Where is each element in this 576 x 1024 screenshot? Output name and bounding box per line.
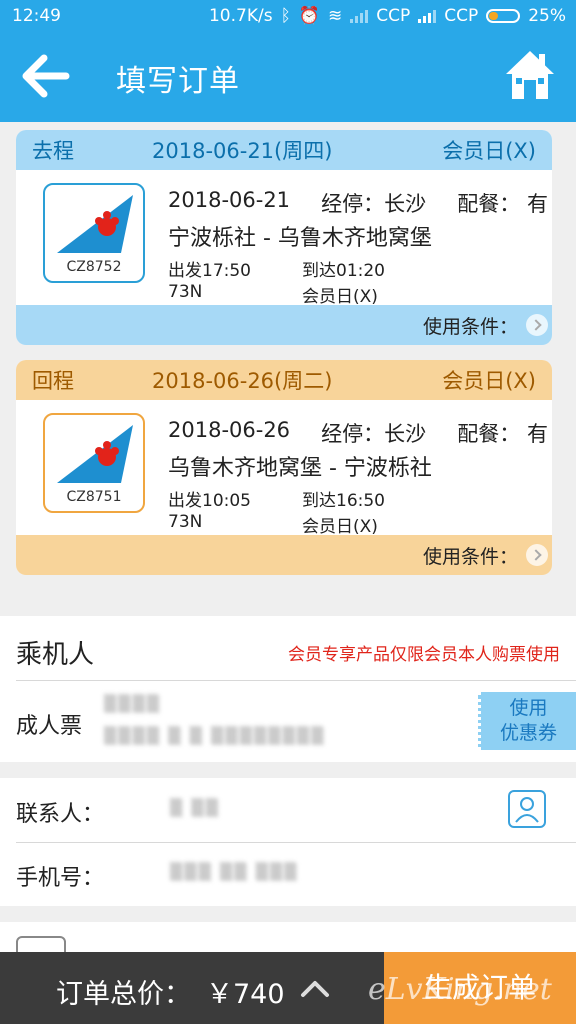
route: 宁波栎社 - 乌鲁木齐地窝堡 [168, 226, 432, 251]
return-flight-card[interactable]: 回程 2018-06-26(周二) 会员日(X) CZ8751 2018-06-… [16, 360, 552, 575]
chevron-right-icon [526, 544, 548, 566]
use-coupon-button[interactable]: 使用 优惠券 [478, 692, 576, 750]
expand-price-icon[interactable] [300, 976, 330, 1000]
usage-conditions-button[interactable]: 使用条件： [16, 305, 552, 345]
signal-icon [418, 9, 437, 23]
coupon-label-1: 使用 [509, 697, 548, 719]
status-icons: 10.7K/s ᛒ ⏰ ≋ CCP CCP 25% [209, 6, 566, 26]
passenger-section: 乘机人 会员专享产品仅限会员本人购票使用 成人票 ▒▒▒▒ ▒▒▒▒ ▒ ▒ ▒… [0, 616, 576, 762]
stopover: 经停：长沙 [321, 192, 427, 216]
usage-conditions-label: 使用条件： [422, 545, 518, 568]
outbound-header: 去程 2018-06-21(周四) 会员日(X) [16, 130, 552, 170]
route: 乌鲁木齐地窝堡 - 宁波栎社 [168, 456, 432, 481]
flight-summary: 2018-06-21 经停：长沙 配餐： 有 [168, 188, 548, 218]
status-bar: 12:49 10.7K/s ᛒ ⏰ ≋ CCP CCP 25% [0, 0, 576, 32]
battery-icon [486, 9, 521, 23]
stopover: 经停：长沙 [321, 422, 427, 446]
total-price: ￥740 [206, 979, 285, 1010]
meal-info: 配餐： 有 [457, 422, 548, 446]
contact-section: 联系人： ▒ ▒▒ 手机号： ▒▒▒ ▒▒ ▒▒▒ [0, 778, 576, 906]
divider [16, 842, 576, 843]
contact-label: 联系人： [16, 802, 105, 827]
trip-direction: 回程 [32, 369, 74, 393]
usage-conditions-label: 使用条件： [422, 315, 518, 338]
fare-class: 会员日(X) [302, 287, 378, 307]
depart-time: 出发10:05 [168, 491, 251, 511]
return-body: CZ8751 2018-06-26 经停：长沙 配餐： 有 乌鲁木齐地窝堡 - … [16, 400, 552, 537]
back-arrow-icon[interactable] [22, 54, 72, 98]
aircraft-type: 73N [168, 282, 203, 302]
member-only-note: 会员专享产品仅限会员本人购票使用 [288, 645, 560, 665]
bluetooth-icon: ᛒ [280, 6, 291, 26]
airline-logo: CZ8751 [43, 413, 145, 513]
arrive-time: 到达16:50 [302, 491, 385, 511]
return-header: 回程 2018-06-26(周二) 会员日(X) [16, 360, 552, 400]
trip-date: 2018-06-26(周二) [152, 369, 333, 393]
ticket-type: 成人票 [16, 714, 83, 739]
carrier-1: CCP [376, 6, 411, 26]
contact-name-masked[interactable]: ▒ ▒▒ [170, 798, 220, 817]
alarm-icon: ⏰ [298, 6, 320, 26]
signal-icon [350, 9, 369, 23]
phone-number-masked[interactable]: ▒▒▒ ▒▒ ▒▒▒ [170, 862, 299, 881]
flight-date: 2018-06-21 [168, 188, 291, 212]
carrier-2: CCP [444, 6, 479, 26]
flight-date: 2018-06-26 [168, 418, 291, 442]
airline-tail-icon [57, 425, 133, 483]
meal-info: 配餐： 有 [457, 192, 548, 216]
passenger-title: 乘机人 [16, 640, 95, 670]
page-title: 填写订单 [116, 64, 240, 99]
network-speed: 10.7K/s [208, 6, 273, 26]
coupon-label-2: 优惠券 [499, 722, 557, 744]
depart-time: 出发17:50 [168, 261, 251, 281]
trip-date: 2018-06-21(周四) [152, 139, 333, 163]
battery-level: 25% [528, 6, 566, 26]
contact-book-icon[interactable] [508, 790, 546, 828]
flight-number: CZ8751 [66, 489, 122, 505]
arrive-time: 到达01:20 [302, 261, 385, 281]
phone-label: 手机号： [16, 866, 105, 891]
wifi-icon: ≋ [327, 6, 343, 26]
passenger-id-masked[interactable]: ▒▒▒▒ ▒ ▒ ▒▒▒▒▒▒▒▒ [104, 726, 326, 745]
divider [16, 680, 576, 681]
usage-conditions-button[interactable]: 使用条件： [16, 535, 552, 575]
airline-tail-icon [57, 195, 133, 253]
chevron-right-icon [526, 314, 548, 336]
status-time: 12:49 [12, 6, 61, 26]
flight-number: CZ8752 [66, 259, 122, 275]
flight-summary: 2018-06-26 经停：长沙 配餐： 有 [168, 418, 548, 448]
nav-bar: 填写订单 [0, 32, 576, 122]
fare-tag: 会员日(X) [442, 369, 536, 393]
fare-class: 会员日(X) [302, 517, 378, 537]
home-icon[interactable] [504, 48, 556, 102]
outbound-flight-card[interactable]: 去程 2018-06-21(周四) 会员日(X) CZ8752 2018-06-… [16, 130, 552, 345]
airline-logo: CZ8752 [43, 183, 145, 283]
outbound-body: CZ8752 2018-06-21 经停：长沙 配餐： 有 宁波栎社 - 乌鲁木… [16, 170, 552, 307]
total-label: 订单总价： [56, 979, 191, 1010]
passenger-name-masked[interactable]: ▒▒▒▒ [104, 694, 161, 713]
watermark: eLvKing.net [368, 972, 552, 1007]
fare-tag: 会员日(X) [442, 139, 536, 163]
trip-direction: 去程 [32, 139, 74, 163]
aircraft-type: 73N [168, 512, 203, 532]
